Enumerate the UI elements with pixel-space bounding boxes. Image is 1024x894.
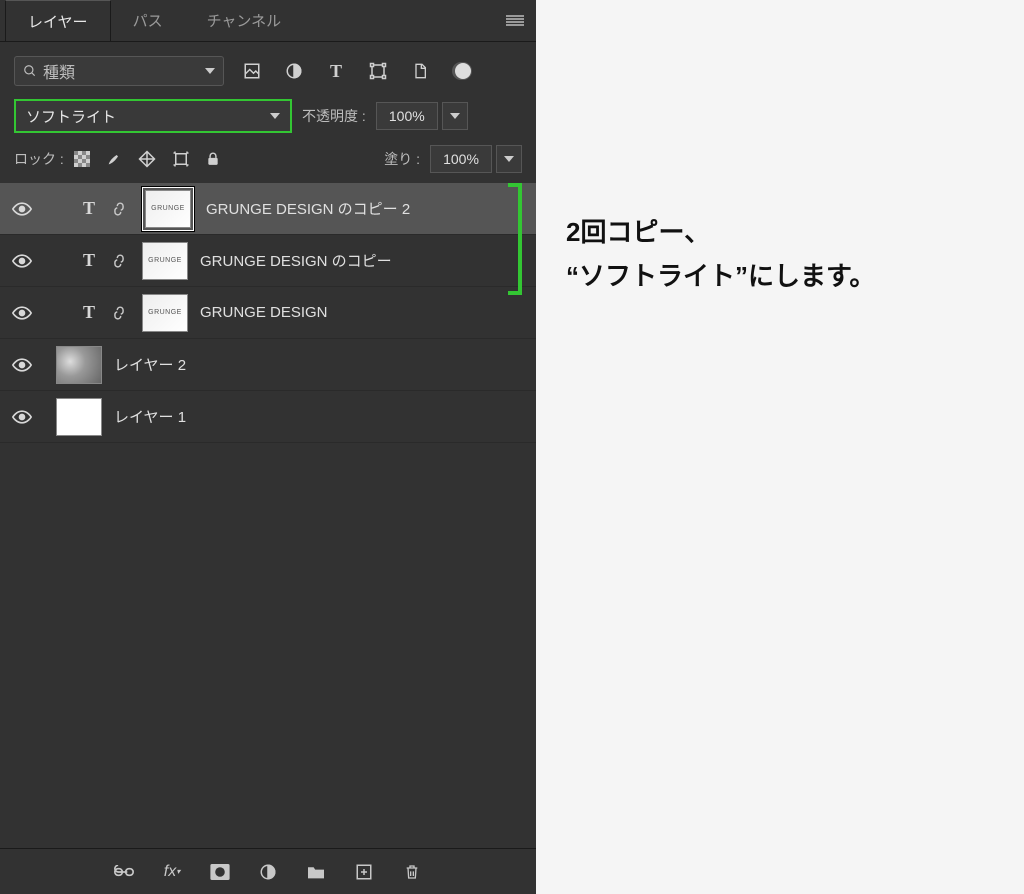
layer-fx-icon[interactable]: fx▾: [162, 862, 182, 882]
filter-pixel-icon[interactable]: [242, 61, 262, 81]
layer-row[interactable]: T GRUNGE DESIGN のコピー: [0, 235, 536, 287]
visibility-icon[interactable]: [12, 410, 36, 424]
annotation-line2: “ソフトライト”にします。: [566, 261, 875, 291]
link-layers-icon[interactable]: [114, 862, 134, 882]
visibility-icon[interactable]: [12, 306, 36, 320]
chevron-down-icon: [504, 156, 514, 162]
link-icon[interactable]: [112, 252, 130, 270]
text-layer-icon: T: [78, 250, 100, 271]
blend-mode-value: ソフトライト: [26, 106, 116, 127]
tab-channels[interactable]: チャンネル: [185, 0, 304, 41]
layer-thumbnail[interactable]: [142, 242, 188, 280]
layer-name[interactable]: レイヤー 1: [114, 406, 186, 427]
lock-row: ロック : 塗り : 100%: [0, 139, 536, 183]
layer-row[interactable]: レイヤー 1: [0, 391, 536, 443]
lock-label: ロック :: [14, 149, 64, 169]
fill-label: 塗り :: [384, 149, 420, 169]
blend-mode-select[interactable]: ソフトライト: [14, 99, 292, 133]
fill-input[interactable]: 100%: [430, 145, 492, 173]
text-layer-icon: T: [78, 302, 100, 323]
layer-list: T GRUNGE DESIGN のコピー 2 T GRUNGE DESIGN の…: [0, 183, 536, 848]
visibility-icon[interactable]: [12, 254, 36, 268]
lock-paint-icon[interactable]: [106, 151, 122, 167]
tab-paths[interactable]: パス: [111, 0, 185, 41]
filter-smartobj-icon[interactable]: [410, 61, 430, 81]
annotation-line1: 2回コピー、: [566, 217, 710, 247]
layer-name[interactable]: レイヤー 2: [114, 354, 186, 375]
chevron-down-icon: [270, 113, 280, 119]
visibility-icon[interactable]: [12, 358, 36, 372]
trash-icon[interactable]: [402, 862, 422, 882]
annotation-text: 2回コピー、 “ソフトライト”にします。: [536, 0, 1024, 894]
adjustment-layer-icon[interactable]: [258, 862, 278, 882]
new-layer-icon[interactable]: [354, 862, 374, 882]
opacity-label: 不透明度 :: [302, 106, 366, 126]
link-icon[interactable]: [112, 304, 130, 322]
filter-shape-icon[interactable]: [368, 61, 388, 81]
layer-thumbnail[interactable]: [145, 190, 191, 228]
search-icon: [23, 64, 37, 78]
layer-bottom-toolbar: fx▾: [0, 848, 536, 894]
layer-thumbnail[interactable]: [142, 294, 188, 332]
group-icon[interactable]: [306, 862, 326, 882]
layer-name[interactable]: GRUNGE DESIGN: [200, 304, 328, 321]
filter-type-icon[interactable]: T: [326, 61, 346, 81]
opacity-input[interactable]: 100%: [376, 102, 438, 130]
layer-thumbnail[interactable]: [56, 346, 102, 384]
opacity-dropdown[interactable]: [442, 102, 468, 130]
layers-panel: レイヤー パス チャンネル 種類 T: [0, 0, 536, 894]
visibility-icon[interactable]: [12, 202, 36, 216]
layer-thumbnail[interactable]: [56, 398, 102, 436]
layer-row[interactable]: T GRUNGE DESIGN: [0, 287, 536, 339]
layer-name[interactable]: GRUNGE DESIGN のコピー: [200, 250, 392, 271]
tab-layers[interactable]: レイヤー: [5, 0, 111, 41]
filter-row: 種類 T: [0, 42, 536, 96]
filter-adjust-icon[interactable]: [284, 61, 304, 81]
layer-filter-select[interactable]: 種類: [14, 56, 224, 86]
lock-position-icon[interactable]: [138, 150, 156, 168]
panel-tabs: レイヤー パス チャンネル: [0, 0, 536, 42]
chevron-down-icon: [450, 113, 460, 119]
panel-menu-icon[interactable]: [494, 0, 536, 41]
fill-dropdown[interactable]: [496, 145, 522, 173]
annotation-bracket: [508, 183, 522, 295]
lock-all-icon[interactable]: [206, 151, 220, 167]
text-layer-icon: T: [78, 198, 100, 219]
link-icon[interactable]: [112, 200, 130, 218]
filter-type-icons: T: [242, 61, 472, 81]
layer-name[interactable]: GRUNGE DESIGN のコピー 2: [206, 198, 410, 219]
lock-transparency-icon[interactable]: [74, 151, 90, 167]
blend-row: ソフトライト 不透明度 : 100%: [0, 96, 536, 139]
layer-row[interactable]: T GRUNGE DESIGN のコピー 2: [0, 183, 536, 235]
layer-mask-icon[interactable]: [210, 862, 230, 882]
lock-artboard-icon[interactable]: [172, 150, 190, 168]
filter-label: 種類: [43, 59, 75, 83]
filter-toggle[interactable]: [452, 61, 472, 81]
chevron-down-icon: [205, 68, 215, 74]
layer-row[interactable]: レイヤー 2: [0, 339, 536, 391]
